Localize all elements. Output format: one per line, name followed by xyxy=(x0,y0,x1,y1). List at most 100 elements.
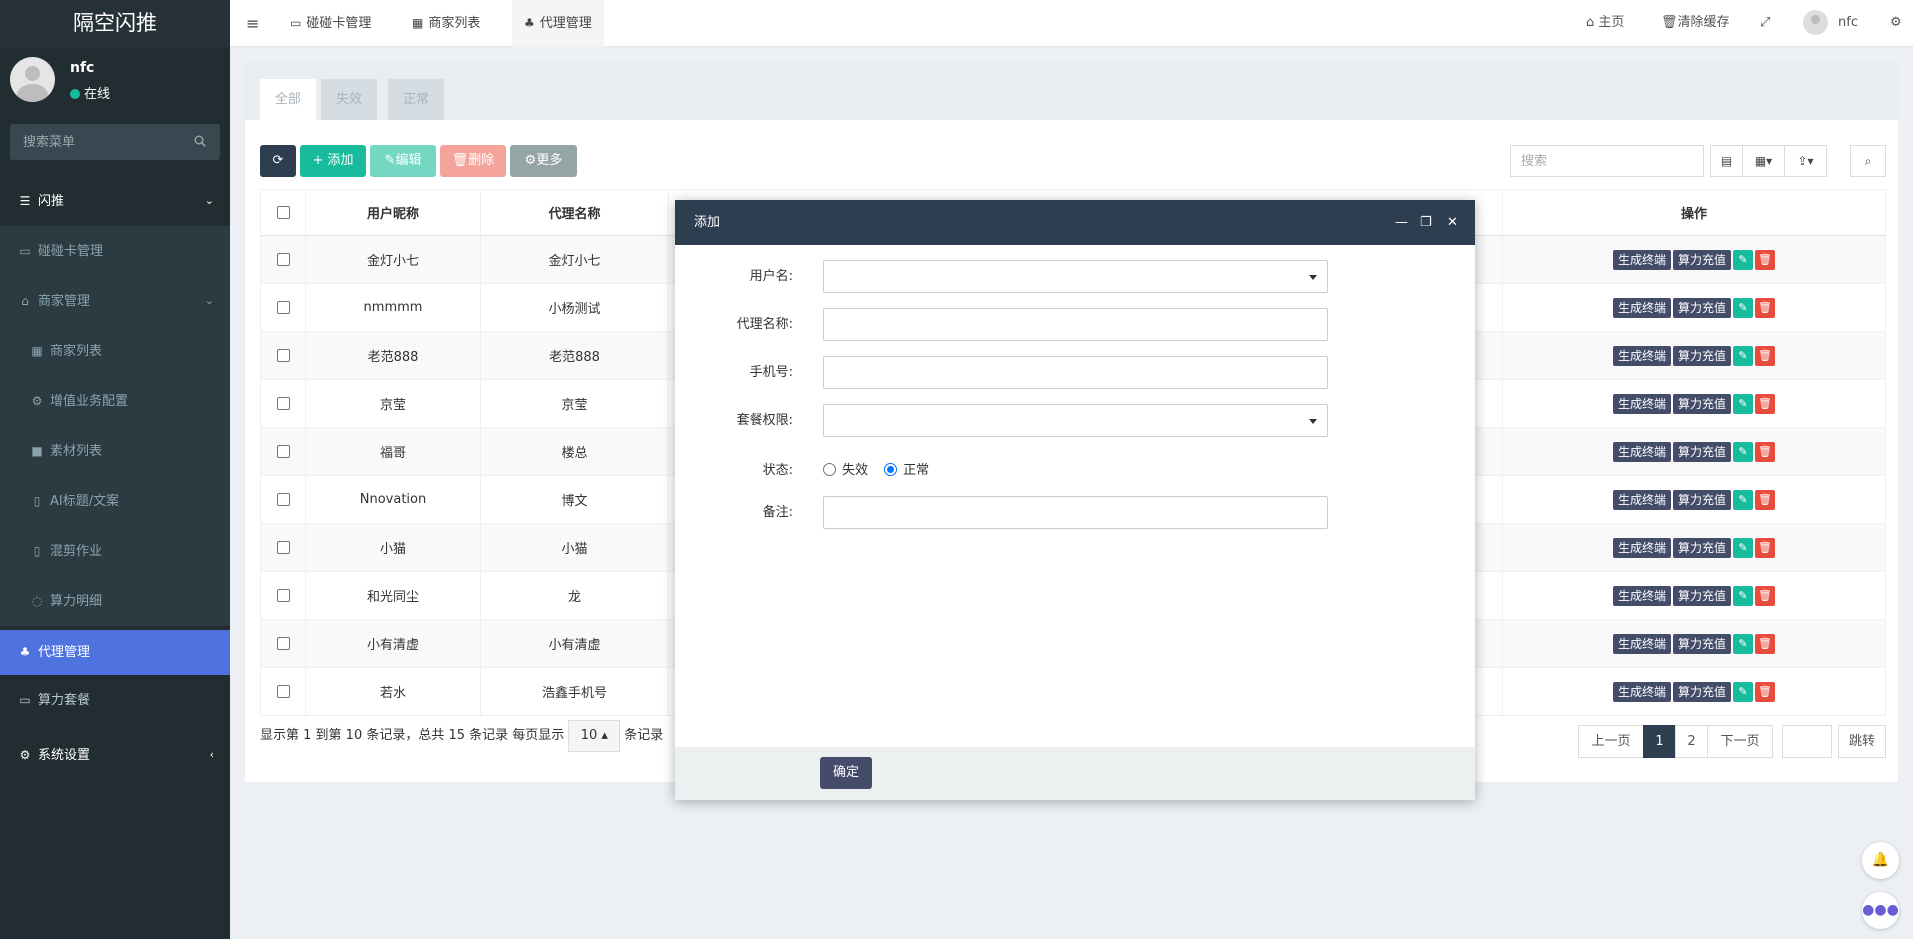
delete-row-button[interactable]: 🗑 xyxy=(1755,489,1776,510)
row-checkbox[interactable] xyxy=(276,253,290,266)
edit-row-button[interactable]: ✎ xyxy=(1733,297,1754,318)
row-checkbox[interactable] xyxy=(276,397,290,410)
generate-terminal-button[interactable]: 生成终端 xyxy=(1612,585,1671,606)
restore-icon[interactable]: ❐ xyxy=(1420,200,1432,245)
tab-all[interactable]: 全部 xyxy=(260,79,317,120)
generate-terminal-button[interactable]: 生成终端 xyxy=(1612,441,1671,462)
jump-page-input[interactable] xyxy=(1782,725,1832,758)
generate-terminal-button[interactable]: 生成终端 xyxy=(1612,393,1671,414)
recharge-button[interactable]: 算力充值 xyxy=(1673,537,1732,558)
search-icon[interactable] xyxy=(194,135,206,147)
row-checkbox[interactable] xyxy=(276,541,290,554)
row-checkbox[interactable] xyxy=(276,685,290,698)
page-size-select[interactable]: 10 ▴ xyxy=(568,720,621,752)
refresh-button[interactable]: ⟳ xyxy=(260,145,296,177)
edit-row-button[interactable]: ✎ xyxy=(1733,681,1754,702)
recharge-button[interactable]: 算力充值 xyxy=(1673,393,1732,414)
page-2-button[interactable]: 2 xyxy=(1675,725,1708,758)
delete-button[interactable]: 🗑删除 xyxy=(440,145,506,177)
delete-row-button[interactable]: 🗑 xyxy=(1755,441,1776,462)
row-checkbox[interactable] xyxy=(276,445,290,458)
agent-name-input[interactable] xyxy=(823,308,1328,341)
generate-terminal-button[interactable]: 生成终端 xyxy=(1612,345,1671,366)
edit-row-button[interactable]: ✎ xyxy=(1733,537,1754,558)
prev-page-button[interactable]: 上一页 xyxy=(1578,725,1644,758)
sidebar-item-merchant-management[interactable]: ⌂ 商家管理 ⌄ xyxy=(0,276,230,326)
row-checkbox[interactable] xyxy=(276,301,290,314)
sidebar-item-agent-management[interactable]: ♣ 代理管理 xyxy=(0,630,230,675)
export-button[interactable]: ⇪▾ xyxy=(1784,145,1827,177)
edit-row-button[interactable]: ✎ xyxy=(1733,585,1754,606)
search-button[interactable]: ⌕ xyxy=(1850,145,1886,177)
fullscreen-icon[interactable]: ⤢ xyxy=(1760,0,1770,47)
add-button[interactable]: + 添加 xyxy=(300,145,366,177)
username-select[interactable] xyxy=(823,260,1328,293)
generate-terminal-button[interactable]: 生成终端 xyxy=(1612,633,1671,654)
generate-terminal-button[interactable]: 生成终端 xyxy=(1612,297,1671,318)
delete-row-button[interactable]: 🗑 xyxy=(1755,297,1776,318)
status-radio-invalid[interactable]: 失效 xyxy=(823,463,868,478)
tab-normal[interactable]: 正常 xyxy=(388,79,445,120)
delete-row-button[interactable]: 🗑 xyxy=(1755,345,1776,366)
delete-row-button[interactable]: 🗑 xyxy=(1755,393,1776,414)
edit-row-button[interactable]: ✎ xyxy=(1733,345,1754,366)
recharge-button[interactable]: 算力充值 xyxy=(1673,489,1732,510)
chat-icon[interactable]: ●●● xyxy=(1862,892,1899,929)
recharge-button[interactable]: 算力充值 xyxy=(1673,585,1732,606)
generate-terminal-button[interactable]: 生成终端 xyxy=(1612,681,1671,702)
edit-button[interactable]: ✎编辑 xyxy=(370,145,436,177)
sidebar-item-system-settings[interactable]: ⚙ 系统设置 ‹ xyxy=(0,730,230,780)
confirm-button[interactable]: 确定 xyxy=(820,757,872,789)
jump-button[interactable]: 跳转 xyxy=(1838,725,1886,758)
toggle-view-button[interactable]: ▤ xyxy=(1710,145,1743,177)
sidebar-item-compute-package[interactable]: ▭ 算力套餐 xyxy=(0,675,230,725)
select-all-checkbox[interactable] xyxy=(276,206,290,219)
phone-input[interactable] xyxy=(823,356,1328,389)
recharge-button[interactable]: 算力充值 xyxy=(1673,441,1732,462)
table-search-input[interactable] xyxy=(1510,145,1704,177)
generate-terminal-button[interactable]: 生成终端 xyxy=(1612,489,1671,510)
nav-tab-merchant-list[interactable]: ▦ 商家列表 xyxy=(400,0,492,47)
clear-cache-link[interactable]: 🗑清除缓存 xyxy=(1661,0,1730,47)
generate-terminal-button[interactable]: 生成终端 xyxy=(1612,249,1671,270)
delete-row-button[interactable]: 🗑 xyxy=(1755,249,1776,270)
recharge-button[interactable]: 算力充值 xyxy=(1673,249,1732,270)
recharge-button[interactable]: 算力充值 xyxy=(1673,297,1732,318)
columns-button[interactable]: ▦▾ xyxy=(1742,145,1785,177)
generate-terminal-button[interactable]: 生成终端 xyxy=(1612,537,1671,558)
user-menu[interactable]: nfc xyxy=(1803,0,1858,47)
col-header-nickname[interactable]: 用户昵称 xyxy=(305,189,481,236)
notification-bell-icon[interactable]: 🔔 xyxy=(1862,842,1899,879)
home-link[interactable]: ⌂ 主页 xyxy=(1586,0,1624,47)
sidebar-item-shantui[interactable]: ☰ 闪推 ⌄ xyxy=(0,176,230,226)
more-button[interactable]: ⚙更多 xyxy=(510,145,577,177)
sidebar-item-merchant-list[interactable]: ▦ 商家列表 xyxy=(0,326,230,376)
close-icon[interactable]: ✕ xyxy=(1447,200,1458,245)
sidebar-item-value-added-config[interactable]: ⚙ 增值业务配置 xyxy=(0,376,230,426)
next-page-button[interactable]: 下一页 xyxy=(1707,725,1773,758)
edit-row-button[interactable]: ✎ xyxy=(1733,633,1754,654)
recharge-button[interactable]: 算力充值 xyxy=(1673,633,1732,654)
edit-row-button[interactable]: ✎ xyxy=(1733,489,1754,510)
nav-tab-card-management[interactable]: ▭ 碰碰卡管理 xyxy=(278,0,383,47)
edit-row-button[interactable]: ✎ xyxy=(1733,249,1754,270)
brand-logo[interactable]: 隔空闪推 xyxy=(0,0,230,47)
page-1-button[interactable]: 1 xyxy=(1643,725,1676,758)
delete-row-button[interactable]: 🗑 xyxy=(1755,585,1776,606)
sidebar-item-card-management[interactable]: ▭ 碰碰卡管理 xyxy=(0,226,230,276)
delete-row-button[interactable]: 🗑 xyxy=(1755,633,1776,654)
menu-toggle-icon[interactable]: ≡ xyxy=(246,14,259,33)
sidebar-item-ai-copy[interactable]: ▯ AI标题/文案 xyxy=(0,476,230,526)
delete-row-button[interactable]: 🗑 xyxy=(1755,537,1776,558)
remark-input[interactable] xyxy=(823,496,1328,529)
recharge-button[interactable]: 算力充值 xyxy=(1673,345,1732,366)
edit-row-button[interactable]: ✎ xyxy=(1733,441,1754,462)
minimize-icon[interactable]: — xyxy=(1395,200,1408,245)
status-radio-normal[interactable]: 正常 xyxy=(884,463,929,478)
gear-icon[interactable]: ⚙ xyxy=(1890,0,1902,47)
row-checkbox[interactable] xyxy=(276,349,290,362)
row-checkbox[interactable] xyxy=(276,637,290,650)
row-checkbox[interactable] xyxy=(276,493,290,506)
sidebar-item-mix-edit[interactable]: ▯ 混剪作业 xyxy=(0,526,230,576)
recharge-button[interactable]: 算力充值 xyxy=(1673,681,1732,702)
